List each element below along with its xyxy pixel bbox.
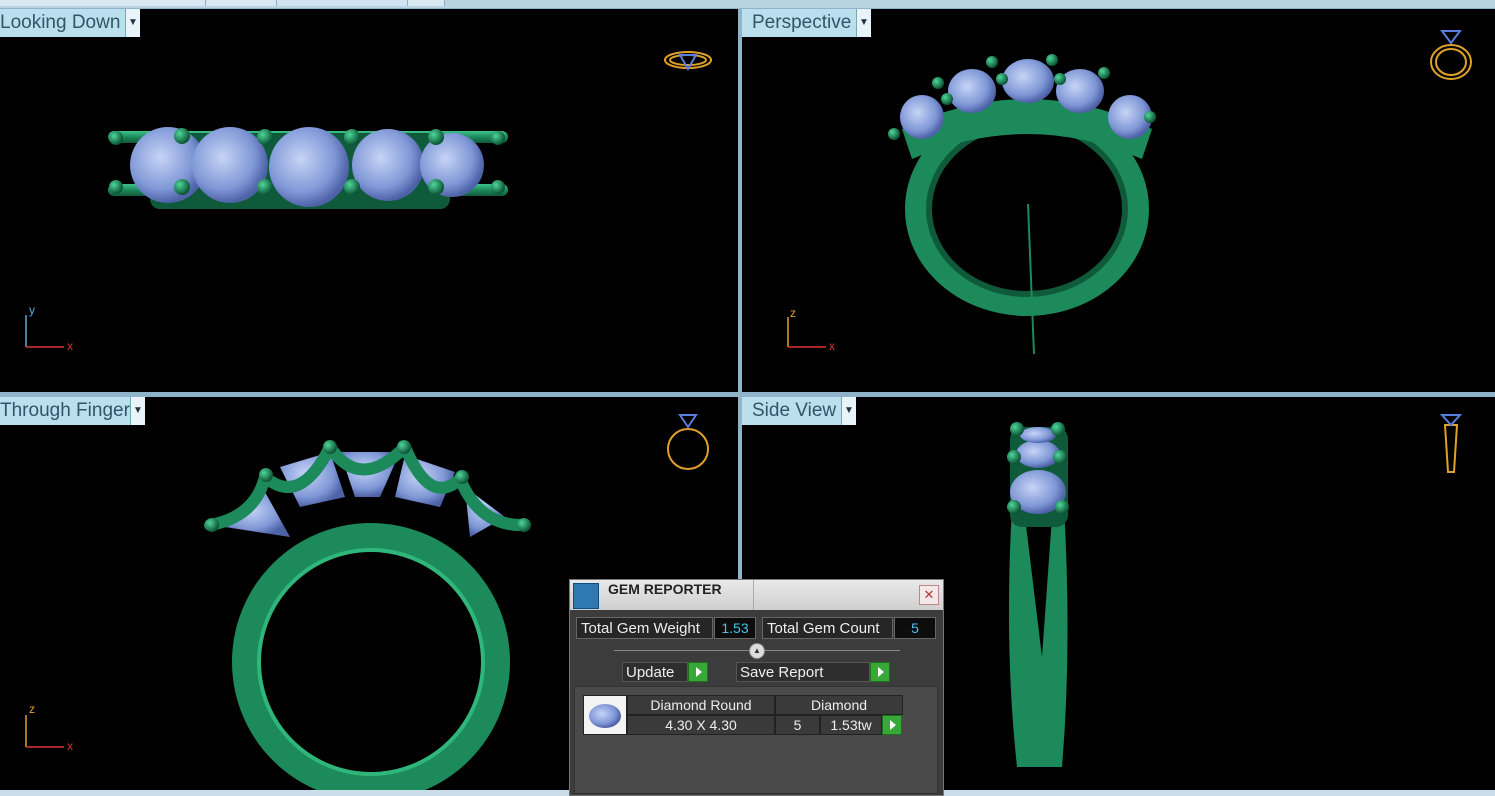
gem-list: Diamond Round Diamond 4.30 X 4.30 5 1.53… (574, 686, 938, 794)
viewport-label[interactable]: Perspective ▼ (742, 9, 871, 37)
viewport-render: y x (25, 51, 712, 353)
gem-count-cell: 5 (775, 715, 820, 735)
gem-stone (192, 127, 268, 203)
tab[interactable] (277, 0, 408, 6)
go-arrow-icon[interactable] (688, 662, 708, 682)
svg-text:z: z (790, 306, 796, 320)
gem-reporter-icon (573, 583, 599, 609)
svg-text:x: x (67, 339, 73, 353)
axis-gizmo: z x (25, 702, 73, 753)
ring-preview-icon (1439, 414, 1463, 473)
viewport-looking-down[interactable]: y x Looking Down ▼ (0, 9, 738, 392)
axis-gizmo: y x (25, 303, 73, 353)
panel-titlebar[interactable]: GEM REPORTER ✕ (570, 580, 943, 610)
viewport-title: Perspective (752, 12, 852, 33)
viewport-render: z x (787, 30, 1472, 355)
save-report-button[interactable]: Save Report (736, 662, 870, 682)
gem-material-cell: Diamond (775, 695, 903, 715)
gem-reporter-panel[interactable]: GEM REPORTER ✕ Total Gem Weight 1.53 Tot… (569, 579, 944, 796)
update-button[interactable]: Update (622, 662, 688, 682)
total-gem-weight-label: Total Gem Weight (576, 617, 713, 639)
tab[interactable] (408, 0, 445, 6)
total-gem-weight-value: 1.53 (714, 617, 756, 639)
dropdown-arrow-icon[interactable]: ▼ (856, 9, 871, 37)
go-arrow-icon[interactable] (882, 715, 902, 735)
svg-text:z: z (29, 702, 35, 716)
viewport-perspective[interactable]: z x Perspective ▼ (742, 9, 1495, 392)
ring-preview-icon (667, 414, 709, 470)
svg-text:x: x (829, 339, 835, 353)
gem-stone (269, 127, 349, 207)
gem-shape-cell: Diamond Round (627, 695, 775, 715)
viewport-label[interactable]: Looking Down ▼ (0, 9, 140, 37)
close-icon[interactable]: ✕ (919, 585, 939, 605)
gem-thumbnail-icon (583, 695, 627, 735)
dropdown-arrow-icon[interactable]: ▼ (841, 397, 856, 425)
panel-title: GEM REPORTER (608, 581, 722, 597)
viewport-label[interactable]: Through Finger ▼ (0, 397, 145, 425)
top-tab-strip (0, 0, 1495, 8)
dropdown-arrow-icon[interactable]: ▼ (125, 9, 140, 37)
viewport-title: Looking Down (0, 12, 121, 33)
svg-text:x: x (67, 739, 73, 753)
ring-preview-icon (1430, 30, 1472, 80)
gem-weight-cell: 1.53tw (820, 715, 882, 735)
gem-stone (352, 129, 424, 201)
viewport-label[interactable]: Side View ▼ (742, 397, 856, 425)
tab[interactable] (0, 0, 206, 6)
titlebar-divider (753, 580, 754, 610)
viewport-title: Through Finger (0, 400, 130, 421)
total-gem-count-label: Total Gem Count (762, 617, 893, 639)
axis-gizmo: z x (787, 306, 835, 353)
viewport-title: Side View (752, 400, 837, 421)
tab[interactable] (206, 0, 277, 6)
ring-preview-icon (664, 51, 712, 72)
go-arrow-icon[interactable] (870, 662, 890, 682)
collapse-toggle[interactable]: ▲ (749, 643, 765, 659)
svg-text:y: y (29, 303, 35, 317)
dropdown-arrow-icon[interactable]: ▼ (130, 397, 145, 425)
total-gem-count-value: 5 (894, 617, 936, 639)
gem-thumbnail-render (589, 704, 621, 728)
gem-size-cell: 4.30 X 4.30 (627, 715, 775, 735)
